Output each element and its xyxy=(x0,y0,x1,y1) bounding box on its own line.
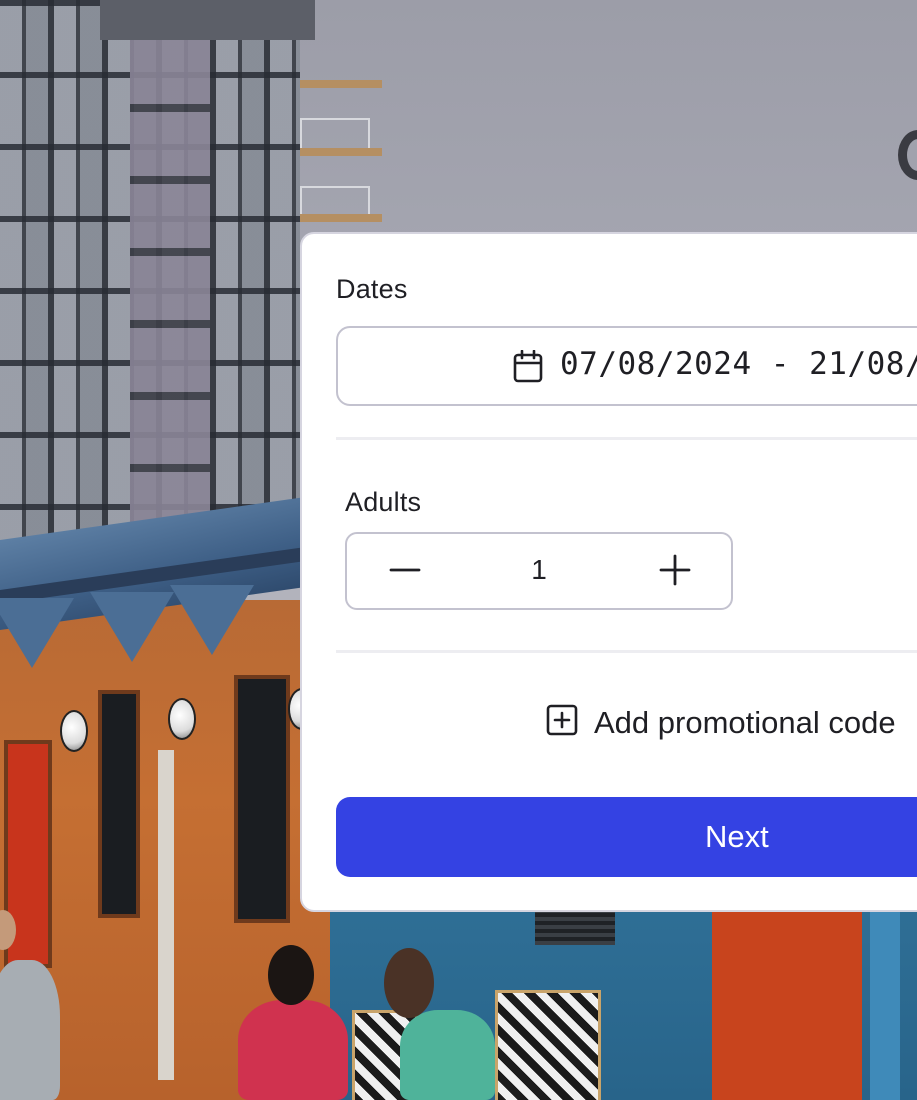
person-head xyxy=(268,945,314,1005)
promo-code-label: Add promotional code xyxy=(594,704,896,740)
add-promo-code-button[interactable]: Add promotional code xyxy=(546,704,896,741)
adults-count: 1 xyxy=(531,554,547,585)
deck-chair xyxy=(495,990,601,1100)
plus-icon xyxy=(659,554,691,591)
booking-card: Dates 07/08/2024 - 21/08/2024 Adults xyxy=(300,232,917,912)
person-head xyxy=(384,948,434,1018)
balcony xyxy=(300,148,382,156)
decrease-adults-button[interactable] xyxy=(383,550,427,594)
person xyxy=(238,1000,348,1100)
plus-square-icon xyxy=(546,704,578,741)
background-door xyxy=(234,675,290,923)
background-door xyxy=(98,690,140,918)
background-blue-pipe xyxy=(870,905,900,1100)
adults-label: Adults xyxy=(345,487,422,517)
minus-icon xyxy=(389,554,421,591)
balcony xyxy=(300,214,382,222)
divider xyxy=(336,650,917,653)
tower-panel xyxy=(130,40,210,540)
date-range-picker[interactable]: 07/08/2024 - 21/08/2024 xyxy=(336,326,917,406)
date-range-value: 07/08/2024 - 21/08/2024 xyxy=(560,346,917,382)
wall-lamp xyxy=(168,698,196,740)
wall-lamp xyxy=(60,710,88,752)
calendar-icon xyxy=(512,349,544,384)
dates-label: Dates xyxy=(336,274,408,304)
divider xyxy=(336,437,917,440)
person xyxy=(0,960,60,1100)
balcony-rail xyxy=(300,186,370,216)
booking-screen: Dates 07/08/2024 - 21/08/2024 Adults xyxy=(0,0,917,1100)
balcony xyxy=(300,80,382,88)
increase-adults-button[interactable] xyxy=(653,550,697,594)
person xyxy=(400,1010,495,1100)
tower-top xyxy=(100,0,315,40)
balcony-rail xyxy=(300,118,370,148)
next-button[interactable]: Next xyxy=(336,797,917,877)
bunting-flag xyxy=(170,585,254,655)
adults-stepper[interactable]: 1 xyxy=(345,532,733,610)
bunting-flag xyxy=(0,598,74,668)
background-red-door xyxy=(712,905,862,1100)
bunting-flag xyxy=(90,592,174,662)
background-pipe xyxy=(158,750,174,1080)
